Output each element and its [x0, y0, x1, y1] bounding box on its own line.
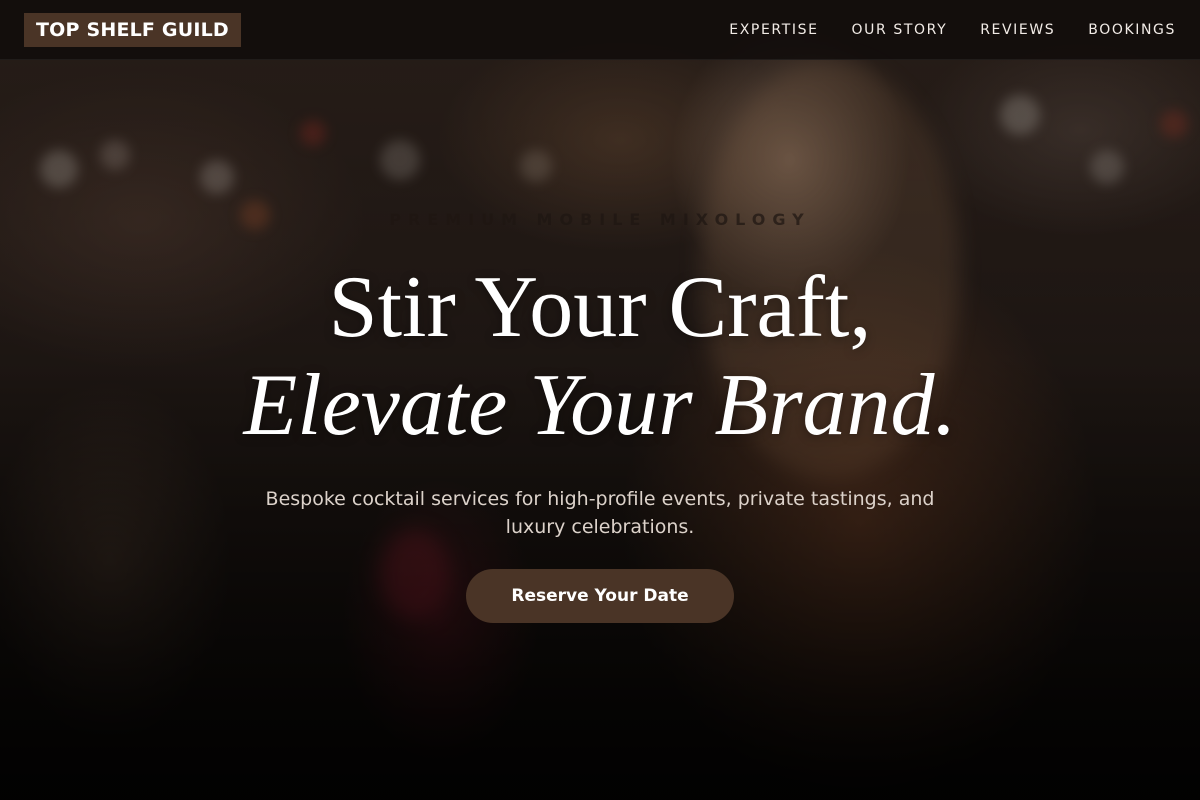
reserve-date-button[interactable]: Reserve Your Date [466, 569, 734, 623]
nav-link-our-story[interactable]: OUR STORY [852, 22, 948, 38]
nav-link-reviews[interactable]: REVIEWS [980, 22, 1055, 38]
hero-section: PREMIUM MOBILE MIXOLOGY Stir Your Craft,… [0, 200, 1200, 623]
hero-headline: Stir Your Craft, Elevate Your Brand. [244, 259, 957, 455]
hero-subtext: Bespoke cocktail services for high-profi… [265, 488, 935, 538]
brand-logo[interactable]: TOP SHELF GUILD [24, 12, 241, 47]
nav-links: EXPERTISE OUR STORY REVIEWS BOOKINGS [729, 22, 1176, 38]
top-navbar: TOP SHELF GUILD EXPERTISE OUR STORY REVI… [0, 0, 1200, 60]
nav-link-bookings[interactable]: BOOKINGS [1088, 22, 1176, 38]
hero-eyebrow: PREMIUM MOBILE MIXOLOGY [389, 210, 811, 229]
hero-headline-line1: Stir Your Craft, [328, 259, 872, 356]
hero-headline-line2: Elevate Your Brand. [243, 357, 957, 454]
nav-link-expertise[interactable]: EXPERTISE [729, 22, 818, 38]
